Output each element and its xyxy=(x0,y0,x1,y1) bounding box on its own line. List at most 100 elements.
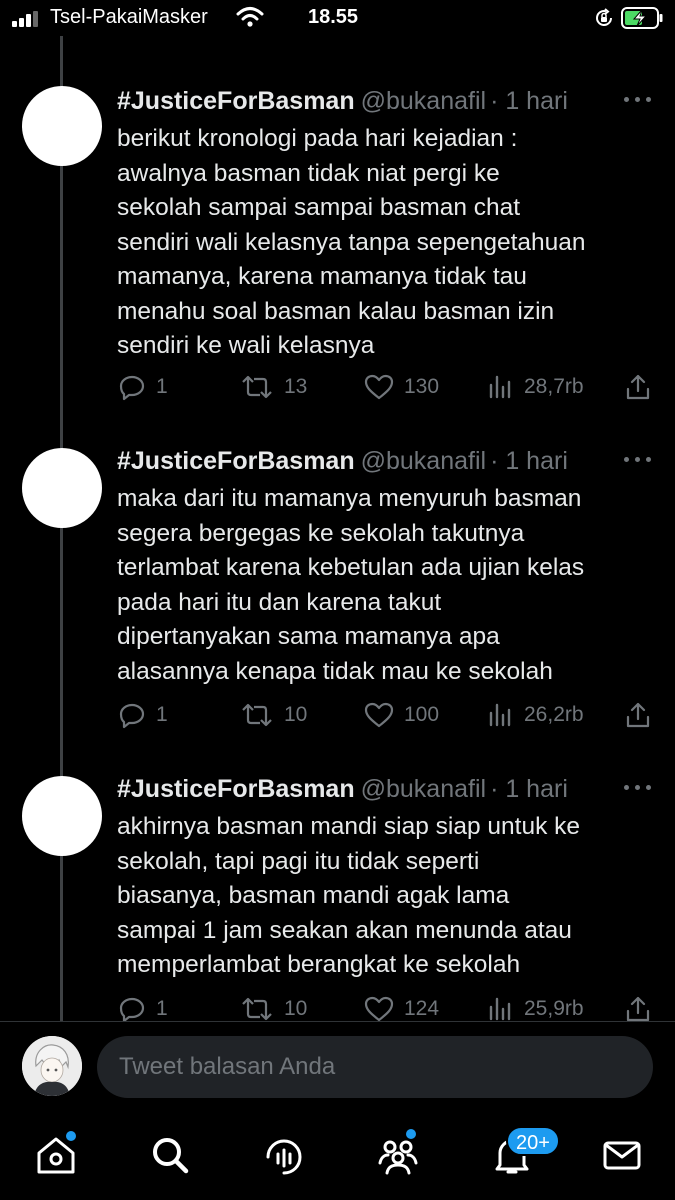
tweet-text: berikut kronologi pada hari kejadian : a… xyxy=(117,122,657,364)
view-count: 28,7rb xyxy=(524,375,584,398)
reply-button[interactable]: 1 xyxy=(118,700,168,730)
tweet-text: maka dari itu mamanya menyuruh basman se… xyxy=(117,482,657,689)
tweet-text-line: pada hari itu dan karena takut xyxy=(117,588,442,616)
views-button[interactable]: 26,2rb xyxy=(488,700,584,730)
messages-icon[interactable] xyxy=(600,1133,644,1177)
share-button[interactable] xyxy=(624,994,652,1024)
retweet-count: 10 xyxy=(284,703,308,726)
like-count: 130 xyxy=(404,375,440,398)
share-icon xyxy=(626,702,650,728)
tweet-actions: 1 13 130 28,7rb xyxy=(0,372,675,402)
tweet-text-line: sendiri wali kelasnya tanpa sepengetahua… xyxy=(117,228,586,256)
tweet-text-line: sendiri ke wali kelasnya xyxy=(117,332,375,359)
tweet-text-line: awalnya basman tidak niat pergi ke xyxy=(117,159,500,187)
tweet-text-line: mamanya, karena mamanya tidak tau xyxy=(117,263,527,290)
more-options-icon[interactable] xyxy=(624,782,652,794)
tweet-text-line: sampai 1 jam seakan akan menunda atau xyxy=(117,916,572,944)
author-handle[interactable]: @bukanafil xyxy=(361,87,486,115)
retweet-button[interactable]: 10 xyxy=(240,994,307,1024)
tweet-time: · 1 hari xyxy=(490,775,568,803)
views-icon xyxy=(489,997,511,1021)
retweet-button[interactable]: 10 xyxy=(240,700,307,730)
search-icon[interactable] xyxy=(148,1133,192,1177)
like-button[interactable]: 130 xyxy=(364,372,439,402)
tweet-text-line: terlambat karena kebetulan ada ujian kel… xyxy=(117,554,585,581)
rotation-lock-icon xyxy=(596,8,612,26)
communities-new-indicator xyxy=(406,1129,416,1139)
more-options-icon[interactable] xyxy=(624,94,652,106)
retweet-icon xyxy=(242,375,272,399)
share-icon xyxy=(626,996,650,1022)
tweet-header: #JusticeForBasman @bukanafil · 1 hari xyxy=(117,446,568,476)
cellular-signal-icon xyxy=(12,9,40,27)
bottom-tab-bar: 20+ xyxy=(0,1113,675,1200)
heart-icon xyxy=(364,374,394,400)
views-button[interactable]: 28,7rb xyxy=(488,372,584,402)
tweet-text-line: dipertanyakan sama mamanya apa xyxy=(117,623,500,650)
tweet-text-line: sekolah, tapi pagi itu tidak seperti xyxy=(117,847,480,875)
battery-charging-icon xyxy=(621,7,663,29)
reply-count: 1 xyxy=(156,703,168,726)
retweet-button[interactable]: 13 xyxy=(240,372,307,402)
retweet-icon xyxy=(242,997,272,1021)
author-name[interactable]: #JusticeForBasman xyxy=(117,87,355,115)
like-button[interactable]: 124 xyxy=(364,994,439,1024)
home-new-indicator xyxy=(66,1131,76,1141)
status-time: 18.55 xyxy=(308,6,359,28)
like-button[interactable]: 100 xyxy=(364,700,439,730)
more-options-icon[interactable] xyxy=(624,454,652,466)
author-name[interactable]: #JusticeForBasman xyxy=(117,447,355,475)
view-count: 26,2rb xyxy=(524,703,584,726)
views-icon xyxy=(489,703,511,727)
reply-input[interactable] xyxy=(97,1036,653,1098)
share-icon xyxy=(626,374,650,400)
share-button[interactable] xyxy=(624,372,652,402)
heart-icon xyxy=(364,702,394,728)
like-count: 100 xyxy=(404,703,440,726)
reply-composer xyxy=(0,1021,675,1113)
author-handle[interactable]: @bukanafil xyxy=(361,775,486,803)
tweet-text: akhirnya basman mandi siap siap untuk ke… xyxy=(117,810,657,983)
like-count: 124 xyxy=(404,997,440,1020)
tweet-text-line: akhirnya basman mandi siap siap untuk ke xyxy=(117,813,581,840)
views-icon xyxy=(489,375,511,399)
spaces-icon[interactable] xyxy=(262,1133,306,1177)
retweet-icon xyxy=(242,703,272,727)
notifications-badge: 20+ xyxy=(506,1126,560,1156)
tweet-header: #JusticeForBasman @bukanafil · 1 hari xyxy=(117,86,568,116)
retweet-count: 10 xyxy=(284,997,308,1020)
author-handle[interactable]: @bukanafil xyxy=(361,447,486,475)
author-name[interactable]: #JusticeForBasman xyxy=(117,775,355,803)
status-bar: Tsel-PakaiMasker 18.55 xyxy=(0,0,675,36)
tweet-actions: 1 10 100 26,2rb xyxy=(0,700,675,730)
avatar[interactable] xyxy=(22,776,102,856)
heart-icon xyxy=(364,996,394,1022)
tweet-text-line: maka dari itu mamanya menyuruh basman xyxy=(117,485,582,512)
reply-icon xyxy=(119,997,145,1023)
user-avatar-illustration xyxy=(22,1036,82,1096)
communities-icon[interactable] xyxy=(376,1133,420,1177)
tweet-text-line: memperlambat berangkat ke sekolah xyxy=(117,951,521,978)
reply-count: 1 xyxy=(156,997,168,1020)
tweet-text-line: alasannya kenapa tidak mau ke sekolah xyxy=(117,657,553,685)
views-button[interactable]: 25,9rb xyxy=(488,994,584,1024)
user-avatar[interactable] xyxy=(22,1036,82,1096)
tweet-text-line: berikut kronologi pada hari kejadian : xyxy=(117,125,518,152)
reply-count: 1 xyxy=(156,375,168,398)
thread-connector-line xyxy=(60,36,63,1021)
reply-icon xyxy=(119,375,145,401)
retweet-count: 13 xyxy=(284,375,308,398)
tweet-time: · 1 hari xyxy=(490,447,568,475)
tweet-text-line: biasanya, basman mandi agak lama xyxy=(117,882,510,909)
reply-button[interactable]: 1 xyxy=(118,372,168,402)
tweet-header: #JusticeForBasman @bukanafil · 1 hari xyxy=(117,774,568,804)
avatar[interactable] xyxy=(22,86,102,166)
reply-icon xyxy=(119,703,145,729)
tweet-text-line: segera bergegas ke sekolah takutnya xyxy=(117,519,525,547)
reply-button[interactable]: 1 xyxy=(118,994,168,1024)
carrier-name: Tsel-PakaiMasker xyxy=(50,6,208,28)
tweet-text-line: sekolah sampai sampai basman chat xyxy=(117,194,521,221)
tweet-time: · 1 hari xyxy=(490,87,568,115)
share-button[interactable] xyxy=(624,700,652,730)
avatar[interactable] xyxy=(22,448,102,528)
